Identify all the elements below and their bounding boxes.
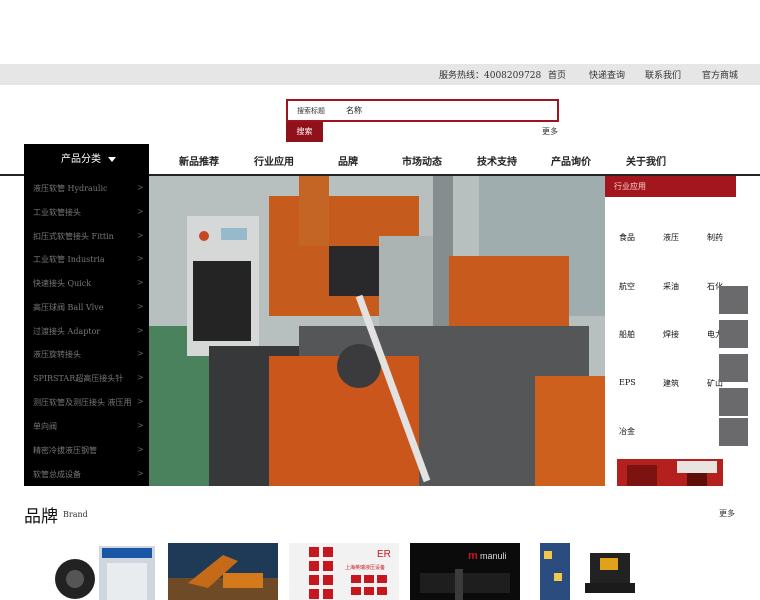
brand-card-2[interactable] — [168, 543, 278, 600]
excavator-brand-image — [168, 543, 278, 600]
search-more-link[interactable]: 更多 — [542, 126, 558, 137]
chevron-right-icon: > — [137, 231, 144, 240]
nav-industry[interactable]: 行业应用 — [254, 153, 294, 168]
chevron-right-icon: > — [137, 183, 144, 192]
industry-item-welding[interactable]: 焊接 — [663, 329, 679, 340]
product-category-tab[interactable]: 产品分类 — [24, 144, 149, 176]
brand-section-title: 品牌 — [24, 507, 58, 527]
chevron-right-icon: > — [137, 445, 144, 454]
svg-text:m: m — [468, 550, 478, 562]
caret-down-icon — [108, 157, 116, 162]
chevron-right-icon: > — [137, 207, 144, 216]
nav-brand[interactable]: 品牌 — [338, 153, 358, 168]
brand-card-5[interactable] — [540, 543, 650, 600]
search-button[interactable]: 搜索 — [286, 122, 323, 142]
float-button-3[interactable] — [719, 354, 748, 382]
sidebar-item-adaptor[interactable]: 过渡接头 Adaptor > — [24, 321, 149, 341]
nav-tech-support[interactable]: 技术支持 — [477, 153, 517, 168]
top-link-express[interactable]: 快递查询 — [589, 68, 625, 81]
industry-item-construction[interactable]: 建筑 — [663, 378, 679, 389]
sidebar-item-quick-coupling[interactable]: 快速接头 Quick > — [24, 273, 149, 293]
manuli-brand-image: m manuli — [410, 543, 520, 600]
sidebar-item-rotary-joint[interactable]: 液压旋转接头 > — [24, 344, 149, 364]
nav-about[interactable]: 关于我们 — [626, 153, 666, 168]
hose-crimper-image — [47, 543, 157, 600]
top-link-mall[interactable]: 官方商城 — [702, 68, 738, 81]
search-box[interactable]: 搜索标题 名称 — [286, 99, 559, 122]
chevron-right-icon: > — [137, 421, 144, 430]
industry-item-ship[interactable]: 船舶 — [619, 329, 635, 340]
industry-item-oil[interactable]: 采油 — [663, 281, 679, 292]
search-input[interactable]: 名称 — [346, 105, 362, 116]
nav-market-news[interactable]: 市场动态 — [402, 153, 442, 168]
sidebar-item-assembly-equipment[interactable]: 软管总成设备 > — [24, 464, 149, 484]
search-category-select[interactable]: 搜索标题 — [297, 106, 325, 116]
chevron-right-icon: > — [137, 373, 144, 382]
industry-item-food[interactable]: 食品 — [619, 232, 635, 243]
brand-card-1[interactable] — [47, 543, 157, 600]
category-sidebar: 液压软管 Hydraulic > 工业软管接头 > 扣压式软管接头 Fittin > … — [24, 176, 149, 486]
top-bar: 服务热线：4008209728 首页 快递查询 联系我们 官方商城 — [0, 64, 760, 85]
sidebar-item-check-valve[interactable]: 单向阀 > — [24, 416, 149, 436]
industry-thumbnail-image[interactable] — [617, 459, 723, 486]
industry-item-eps[interactable]: EPS — [619, 378, 636, 387]
float-button-1[interactable] — [719, 286, 748, 314]
brand-card-4[interactable]: m manuli — [410, 543, 520, 600]
top-link-home[interactable]: 首页 — [548, 68, 566, 81]
sidebar-item-test-hose[interactable]: 测压软管及测压接头 液压用 > — [24, 392, 149, 412]
hotline-text: 服务热线：4008209728 — [439, 71, 542, 81]
chevron-right-icon: > — [137, 326, 144, 335]
top-link-contact[interactable]: 联系我们 — [645, 68, 681, 81]
er-company-text: 上海英瑞液压设备 — [345, 564, 385, 571]
tube-bending-machine-illustration — [149, 176, 605, 486]
float-button-2[interactable] — [719, 320, 748, 348]
chevron-right-icon: > — [137, 278, 144, 287]
industry-item-pharma[interactable]: 制药 — [707, 232, 723, 243]
manuli-logo-text: manuli — [480, 551, 507, 561]
er-brand-image: ER 上海英瑞液压设备 — [289, 543, 399, 600]
chevron-right-icon: > — [137, 302, 144, 311]
float-button-5[interactable] — [719, 418, 748, 446]
float-button-4[interactable] — [719, 388, 748, 416]
nav-inquiry[interactable]: 产品询价 — [551, 153, 591, 168]
chevron-right-icon: > — [137, 254, 144, 263]
industry-item-metallurgy[interactable]: 冶金 — [619, 426, 635, 437]
industry-item-aviation[interactable]: 航空 — [619, 281, 635, 292]
er-logo-text: ER — [377, 549, 391, 560]
chevron-right-icon: > — [137, 469, 144, 478]
parker-brand-image — [540, 543, 650, 600]
industry-item-hydraulic[interactable]: 液压 — [663, 232, 679, 243]
chevron-right-icon: > — [137, 397, 144, 406]
sidebar-item-crimp-fitting[interactable]: 扣压式软管接头 Fittin > — [24, 226, 149, 246]
sidebar-item-industrial-hose[interactable]: 工业软管 Industria > — [24, 249, 149, 269]
industry-panel-title: 行业应用 — [605, 176, 736, 197]
sidebar-item-ball-valve[interactable]: 高压球阀 Ball Vlve > — [24, 297, 149, 317]
sidebar-item-hydraulic-hose[interactable]: 液压软管 Hydraulic > — [24, 178, 149, 198]
sidebar-item-industrial-fitting[interactable]: 工业软管接头 > — [24, 202, 149, 222]
sidebar-item-spirstar[interactable]: SPIRSTAR超高压接头针 > — [24, 368, 149, 388]
hero-banner-image[interactable] — [149, 176, 605, 486]
nav-new-products[interactable]: 新品推荐 — [179, 153, 219, 168]
sidebar-item-steel-tube[interactable]: 精密冷拔液压钢管 > — [24, 440, 149, 460]
brand-section-subtitle: Brand — [63, 510, 88, 519]
brand-more-link[interactable]: 更多 — [719, 508, 735, 519]
brand-card-3[interactable]: ER 上海英瑞液压设备 — [289, 543, 399, 600]
excavator-photo — [617, 459, 723, 486]
product-category-label: 产品分类 — [61, 154, 101, 165]
chevron-right-icon: > — [137, 349, 144, 358]
